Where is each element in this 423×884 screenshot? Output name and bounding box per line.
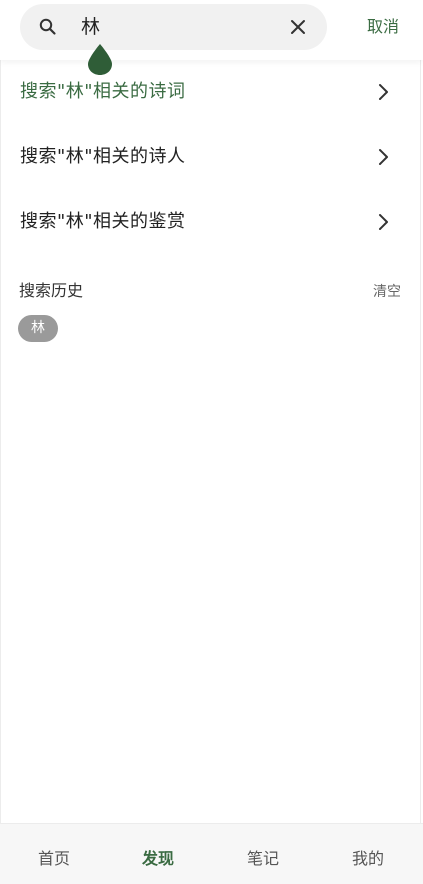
suggestion-label: 搜索"林"相关的诗词: [20, 81, 186, 102]
nav-item-discover[interactable]: 发现: [126, 848, 190, 870]
cancel-button[interactable]: 取消: [355, 14, 411, 40]
suggestion-label: 搜索"林"相关的鉴赏: [20, 211, 186, 232]
suggestion-poets[interactable]: 搜索"林"相关的诗人: [0, 127, 421, 187]
history-chip[interactable]: 林: [18, 315, 58, 342]
nav-item-home[interactable]: 首页: [22, 848, 86, 870]
close-icon[interactable]: [286, 15, 310, 39]
search-box[interactable]: 林: [20, 4, 327, 75]
nav-item-me[interactable]: 我的: [336, 848, 400, 870]
history-title: 搜索历史: [19, 281, 84, 300]
chevron-right-icon: [379, 149, 388, 165]
search-header: 林 取消: [0, 0, 423, 75]
search-input[interactable]: 林: [81, 14, 100, 40]
suggestion-poems[interactable]: 搜索"林"相关的诗词: [0, 62, 421, 122]
chevron-right-icon: [379, 214, 388, 230]
suggestion-label: 搜索"林"相关的诗人: [20, 146, 186, 167]
chevron-right-icon: [379, 84, 388, 100]
suggestion-appreciation[interactable]: 搜索"林"相关的鉴赏: [0, 192, 421, 252]
bottom-nav: 首页 发现 笔记 我的: [0, 823, 423, 884]
nav-item-notes[interactable]: 笔记: [231, 848, 295, 870]
search-icon: [39, 18, 56, 35]
clear-history-button[interactable]: 清空: [373, 282, 401, 302]
